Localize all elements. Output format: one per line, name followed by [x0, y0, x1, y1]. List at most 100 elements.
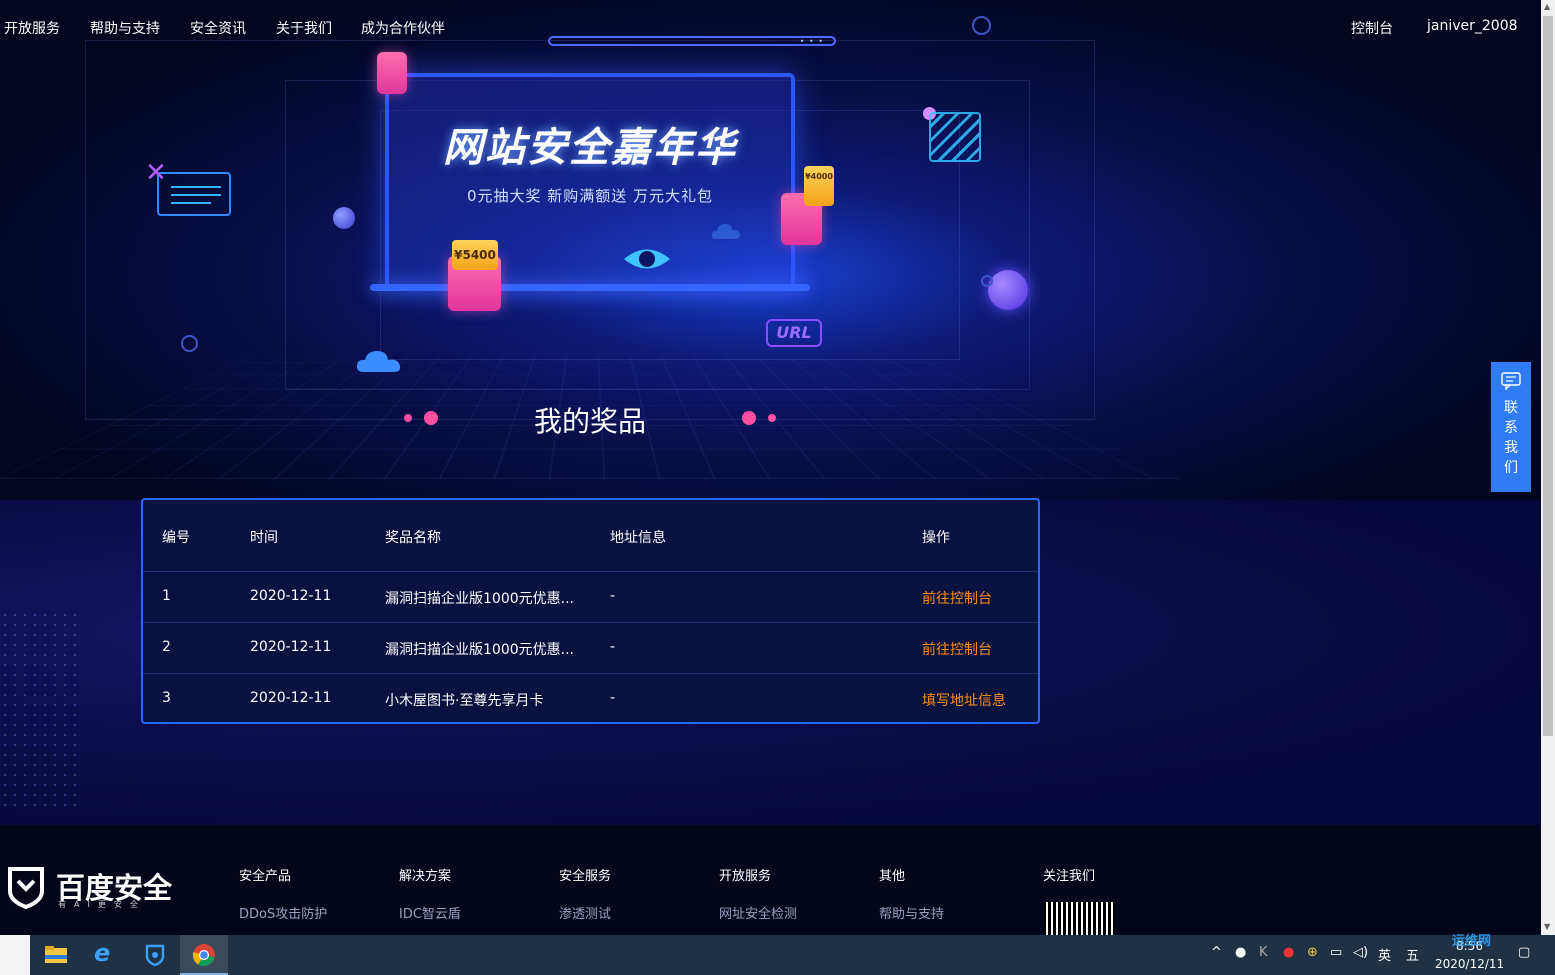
nav-become-partner[interactable]: 成为合作伙伴 — [361, 18, 445, 38]
footer-col-title: 安全产品 — [239, 869, 292, 884]
tray-plus-icon[interactable]: ⊕ — [1307, 945, 1318, 960]
row-address: - — [610, 639, 616, 655]
watermark-text: 运维网 — [1452, 934, 1492, 949]
start-button[interactable] — [0, 935, 30, 975]
footer: 百度安全 有AI更安全 安全产品 DDoS攻击防护 解决方案 IDC智云盾 安全… — [0, 825, 1541, 935]
footer-follow-title: 关注我们 — [1043, 869, 1096, 884]
x-mark-icon: ✕ — [145, 158, 167, 188]
row-prize: 漏洞扫描企业版1000元优惠... — [385, 591, 574, 607]
go-console-link[interactable]: 前往控制台 — [922, 588, 992, 608]
coupon-5400: ¥5400 — [452, 240, 498, 270]
dot-pattern — [0, 610, 80, 810]
hero-banner: • • • 网站安全嘉年华 0元抽大奖 新购满额送 万元大礼包 ¥5400 ¥4… — [0, 0, 1541, 500]
nav-help-support[interactable]: 帮助与支持 — [90, 18, 160, 38]
footer-link[interactable]: IDC智云盾 — [399, 903, 461, 922]
cloud-icon-left — [356, 351, 401, 372]
coupon-4000: ¥4000 — [804, 166, 834, 206]
taskbar-file-explorer[interactable] — [32, 935, 80, 975]
cloud-icon-small — [711, 224, 740, 239]
footer-col-title: 安全服务 — [559, 869, 612, 884]
scrollbar-thumb[interactable] — [1543, 16, 1553, 736]
row-time: 2020-12-11 — [250, 690, 332, 706]
row-prize: 漏洞扫描企业版1000元优惠... — [385, 642, 574, 658]
folder-icon — [45, 946, 67, 963]
url-tag: URL — [766, 319, 822, 347]
tray-qq-icon[interactable]: ● — [1235, 945, 1246, 960]
table-row: 3 2020-12-11 小木屋图书·至尊先享月卡 - 填写地址信息 — [143, 673, 1038, 722]
message-box-icon — [157, 172, 231, 216]
nav-username[interactable]: janiver_2008 — [1427, 18, 1518, 34]
go-console-link[interactable]: 前往控制台 — [922, 639, 992, 659]
footer-col-title: 解决方案 — [399, 869, 452, 884]
nav-security-news[interactable]: 安全资讯 — [190, 18, 246, 38]
row-address: - — [610, 588, 616, 604]
nav-about-us[interactable]: 关于我们 — [276, 18, 332, 38]
contact-us-button[interactable]: 联系我们 — [1491, 362, 1531, 492]
banner-title: 网站安全嘉年华 — [443, 125, 737, 171]
orb-left — [333, 207, 355, 229]
ime-language[interactable]: 英 — [1378, 945, 1391, 964]
header-address: 地址信息 — [610, 530, 666, 546]
row-prize: 小木屋图书·至尊先享月卡 — [385, 693, 544, 709]
decor-dot — [768, 414, 776, 422]
header-time: 时间 — [250, 530, 278, 546]
baidu-security-shield-icon — [8, 867, 44, 909]
page-scrollbar[interactable]: ▲ ▼ — [1541, 0, 1555, 935]
fill-address-link[interactable]: 填写地址信息 — [922, 690, 1006, 710]
table-row: 1 2020-12-11 漏洞扫描企业版1000元优惠... - 前往控制台 — [143, 571, 1038, 622]
chat-icon — [1501, 372, 1521, 391]
ie-icon: e — [94, 939, 111, 967]
red-packet-top-left — [377, 52, 407, 94]
nav-console[interactable]: 控制台 — [1351, 18, 1393, 38]
row-no: 3 — [162, 690, 171, 706]
row-no: 2 — [162, 639, 171, 655]
ime-mode[interactable]: 五 — [1406, 945, 1419, 964]
orb-right — [988, 270, 1028, 310]
notification-icon[interactable]: ▢ — [1518, 945, 1530, 960]
row-time: 2020-12-11 — [250, 588, 332, 604]
tray-volume-icon[interactable]: ◁) — [1353, 945, 1368, 960]
taskbar-security-app[interactable] — [131, 935, 179, 975]
eye-icon — [624, 249, 670, 269]
banner-subtitle: 0元抽大奖 新购满额送 万元大礼包 — [466, 187, 714, 205]
ring-right — [981, 275, 993, 287]
tray-expand-icon[interactable]: ^ — [1211, 945, 1222, 960]
footer-slogan: 有AI更安全 — [58, 900, 146, 909]
row-address: - — [610, 690, 616, 706]
clock-date[interactable]: 2020/12/11 — [1435, 957, 1504, 971]
qr-code — [1043, 902, 1115, 935]
row-no: 1 — [162, 588, 171, 604]
scroll-down-icon[interactable]: ▼ — [1544, 922, 1550, 931]
prize-table: 编号 时间 奖品名称 地址信息 操作 1 2020-12-11 漏洞扫描企业版1… — [141, 498, 1040, 724]
contact-us-label: 联系我们 — [1504, 400, 1518, 476]
hatch-box-icon — [929, 112, 981, 162]
header-action: 操作 — [922, 530, 950, 546]
footer-link[interactable]: DDoS攻击防护 — [239, 903, 327, 922]
ring-left — [181, 335, 198, 352]
table-header: 编号 时间 奖品名称 地址信息 操作 — [143, 500, 1038, 571]
taskbar-chrome[interactable] — [180, 935, 228, 975]
footer-link[interactable]: 帮助与支持 — [879, 903, 944, 922]
shield-icon — [145, 944, 165, 967]
tray-network-icon[interactable]: ▭ — [1330, 945, 1342, 960]
table-row: 2 2020-12-11 漏洞扫描企业版1000元优惠... - 前往控制台 — [143, 622, 1038, 673]
footer-link[interactable]: 网址安全检测 — [719, 903, 797, 922]
footer-link[interactable]: 渗透测试 — [559, 903, 611, 922]
footer-col-title: 开放服务 — [719, 869, 772, 884]
footer-col-title: 其他 — [879, 869, 906, 884]
top-nav: 开放服务 帮助与支持 安全资讯 关于我们 成为合作伙伴 控制台 janiver_… — [0, 0, 1541, 56]
section-title: 我的奖品 — [533, 405, 646, 438]
nav-open-services[interactable]: 开放服务 — [4, 18, 60, 38]
row-time: 2020-12-11 — [250, 639, 332, 655]
tray-k-icon[interactable]: K — [1259, 945, 1268, 960]
header-no: 编号 — [162, 530, 190, 546]
decor-dot — [404, 414, 412, 422]
banner-screen — [385, 73, 795, 290]
page: • • • 网站安全嘉年华 0元抽大奖 新购满额送 万元大礼包 ¥5400 ¥4… — [0, 0, 1555, 975]
chrome-icon — [192, 944, 215, 967]
tray-cloud-icon[interactable]: ● — [1283, 945, 1294, 960]
taskbar-ie[interactable]: e — [82, 935, 130, 975]
windows-taskbar: e ^ ● K ● ⊕ ▭ ◁) 英 五 8:56 2020/12/11 ▢ — [0, 935, 1555, 975]
scroll-up-icon[interactable]: ▲ — [1544, 2, 1550, 11]
banner-screen-base — [370, 284, 810, 291]
